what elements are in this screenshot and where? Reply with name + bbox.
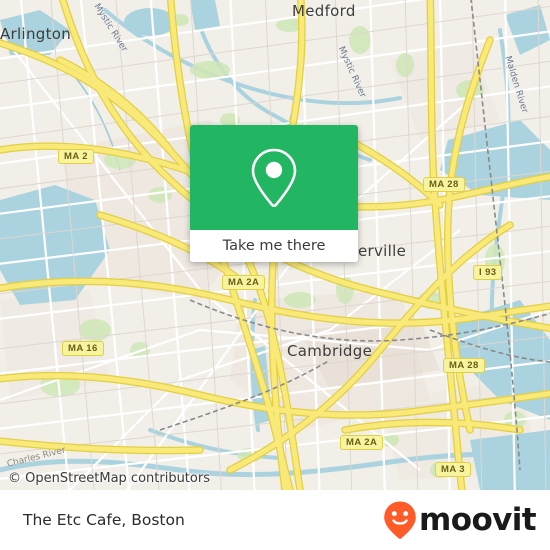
route-shield[interactable]: MA 28 (423, 177, 465, 192)
route-shield[interactable]: MA 16 (62, 341, 104, 356)
place-title: The Etc Cafe, Boston (23, 511, 185, 529)
take-me-there-label: Take me there (222, 238, 326, 254)
footer-bar: The Etc Cafe, Boston moovit (0, 490, 550, 550)
route-shield[interactable]: MA 3 (435, 462, 471, 477)
card-pin-wrapper (190, 125, 358, 230)
route-shield[interactable]: MA 2A (340, 435, 384, 450)
route-shield[interactable]: I 93 (473, 265, 503, 280)
location-callout-card[interactable]: Take me there (190, 125, 358, 262)
route-shield[interactable]: MA 28 (443, 358, 485, 373)
map-screenshot: Arlington Medford erville Cambridge Myst… (0, 0, 550, 550)
route-shield[interactable]: MA 2 (58, 149, 94, 164)
moovit-smiley-pin-icon (384, 501, 416, 539)
route-shield[interactable]: MA 2A (222, 275, 266, 290)
osm-attribution[interactable]: © OpenStreetMap contributors (8, 471, 210, 486)
map-pin-icon (251, 148, 297, 207)
take-me-there-button[interactable]: Take me there (190, 230, 358, 262)
moovit-brand[interactable]: moovit (383, 500, 537, 540)
moovit-wordmark: moovit (419, 501, 537, 538)
